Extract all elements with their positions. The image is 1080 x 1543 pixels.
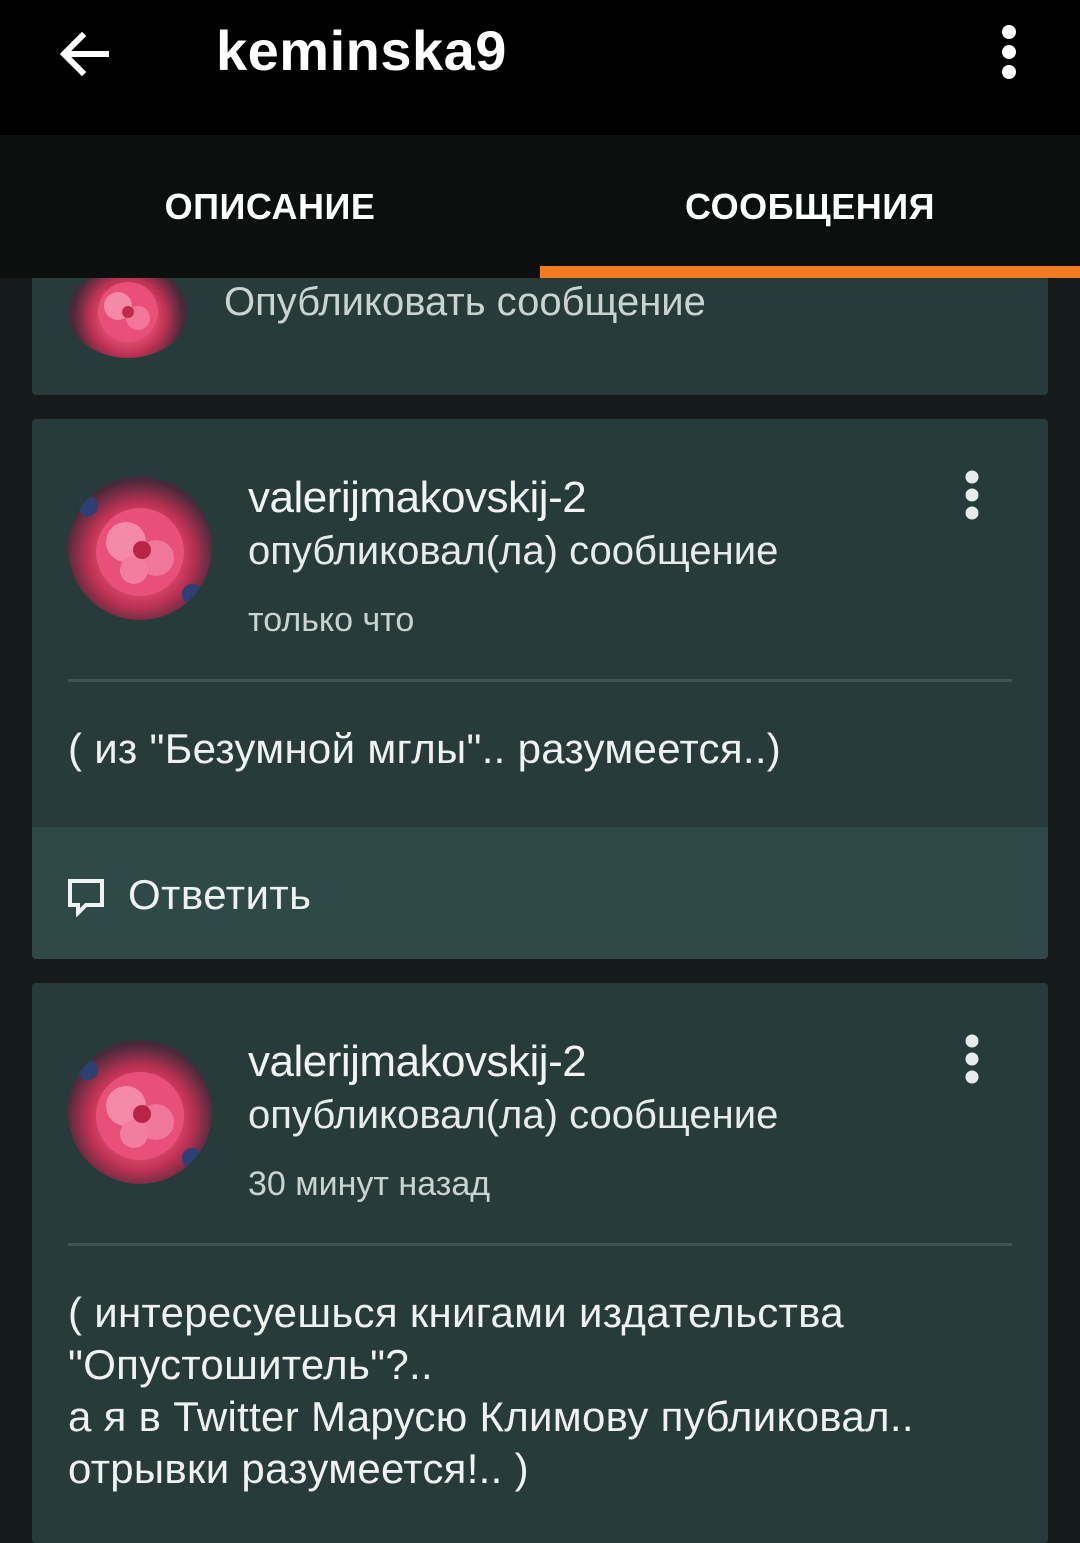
tab-description[interactable]: ОПИСАНИЕ <box>0 135 540 278</box>
post-body-line: ( интересуешься книгами издательства <box>68 1289 844 1336</box>
more-vertical-icon <box>965 1034 979 1084</box>
post-menu-button[interactable] <box>954 1029 990 1089</box>
post-card: valerijmakovskij-2 опубликовал(ла) сообщ… <box>32 419 1048 959</box>
post-body-line: а я в Twitter Марусю Климову публиковал.… <box>68 1393 914 1440</box>
page-title: keminska9 <box>216 19 507 82</box>
arrow-left-icon <box>59 31 109 77</box>
avatar[interactable] <box>68 1040 212 1184</box>
tab-bar: ОПИСАНИЕ СООБЩЕНИЯ <box>0 135 1080 278</box>
avatar[interactable] <box>68 476 212 620</box>
post-author[interactable]: valerijmakovskij-2 <box>248 1037 587 1087</box>
post-action: опубликовал(ла) сообщение <box>248 529 779 573</box>
more-vertical-icon <box>965 470 979 520</box>
post-menu-button[interactable] <box>954 465 990 525</box>
post-card: valerijmakovskij-2 опубликовал(ла) сообщ… <box>32 983 1048 1543</box>
avatar <box>68 266 188 358</box>
tab-messages[interactable]: СООБЩЕНИЯ <box>540 135 1080 278</box>
post-timestamp: только что <box>248 601 415 639</box>
comment-icon <box>68 879 104 917</box>
active-tab-indicator <box>540 266 1080 278</box>
post-timestamp: 30 минут назад <box>248 1165 491 1203</box>
post-body-line: отрывки разумеется!.. ) <box>68 1445 529 1492</box>
back-button[interactable] <box>52 22 116 86</box>
post-author[interactable]: valerijmakovskij-2 <box>248 473 587 523</box>
divider <box>68 679 1012 682</box>
compose-input[interactable]: Опубликовать сообщение <box>224 280 706 325</box>
overflow-menu-button[interactable] <box>985 20 1033 84</box>
divider <box>68 1243 1012 1246</box>
app-bar: keminska9 <box>0 0 1080 135</box>
post-action: опубликовал(ла) сообщение <box>248 1093 779 1137</box>
post-body-line: "Опустошитель"?.. <box>68 1341 433 1388</box>
reply-label: Ответить <box>128 871 312 918</box>
reply-button[interactable]: Ответить <box>32 827 1048 959</box>
post-body: ( интересуешься книгами издательства "Оп… <box>68 1287 1018 1495</box>
post-body: ( из "Безумной мглы".. разумеется..) <box>68 725 782 772</box>
more-vertical-icon <box>1002 25 1016 79</box>
